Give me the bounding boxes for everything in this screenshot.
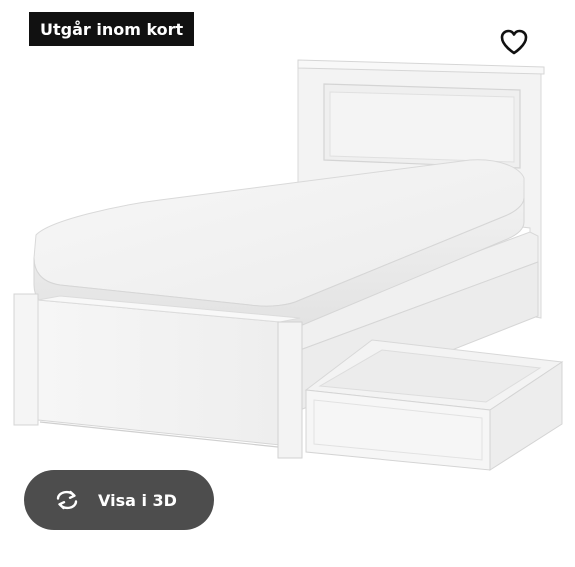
heart-outline-icon: [500, 29, 528, 55]
favourite-button[interactable]: [494, 24, 534, 60]
discontinued-badge: Utgår inom kort: [29, 12, 195, 46]
bed-frame-front: [13, 293, 303, 459]
badge-label: Utgår inom kort: [40, 19, 184, 39]
view-in-3d-button[interactable]: Visa i 3D: [24, 470, 214, 530]
rotate-3d-icon: [52, 489, 82, 511]
view-in-3d-label: Visa i 3D: [98, 490, 177, 510]
